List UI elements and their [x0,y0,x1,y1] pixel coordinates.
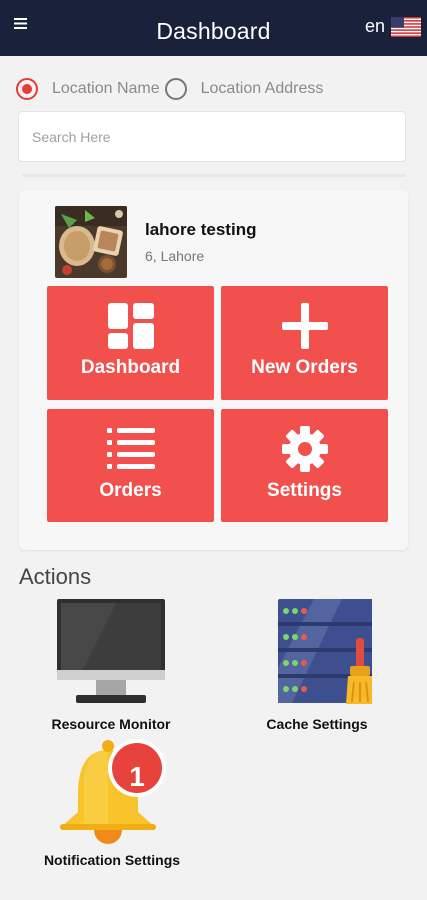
server-broom-icon [278,599,372,704]
location-card: lahore testing 6, Lahore Dashboard New O… [19,190,408,550]
radio-unchecked-icon[interactable] [164,78,187,100]
radio-location-name[interactable]: Location Name [16,78,160,100]
tile-label: Orders [99,480,162,501]
radio-label: Location Name [52,80,160,97]
orders-tile[interactable]: Orders [47,409,214,522]
gear-icon [281,425,328,473]
dashboard-tile[interactable]: Dashboard [47,286,214,400]
divider [22,174,406,177]
tile-label: Dashboard [80,357,181,378]
tile-label: New Orders [251,357,358,378]
search-box [18,111,406,162]
us-flag-icon [391,16,421,37]
plus-icon [281,302,328,350]
location-name: lahore testing [145,220,257,239]
search-mode-group: Location Name Location Address [16,78,323,100]
language-selector[interactable]: en [365,16,421,37]
settings-tile[interactable]: Settings [221,409,388,522]
language-code: en [364,16,385,36]
search-input[interactable] [19,112,405,161]
list-icon [106,425,155,473]
actions-heading: Actions [19,564,92,589]
notification-badge: 1 [129,761,145,792]
monitor-icon [57,599,165,703]
top-app-bar: Dashboard en [0,0,427,56]
new-orders-tile[interactable]: New Orders [221,286,388,400]
resource-monitor-action[interactable]: Resource Monitor [40,598,182,732]
action-label: Cache Settings [266,716,368,732]
action-label: Notification Settings [43,852,181,868]
grid-icon [107,302,154,350]
location-address: 6, Lahore [145,248,205,264]
location-image [55,206,127,278]
radio-location-address[interactable]: Location Address [164,78,324,100]
action-label: Resource Monitor [51,716,171,732]
cache-settings-action[interactable]: Cache Settings [246,598,388,732]
radio-checked-icon[interactable] [16,78,38,100]
tile-label: Settings [267,480,342,501]
page-title: Dashboard [156,18,271,44]
radio-label: Location Address [200,80,324,97]
